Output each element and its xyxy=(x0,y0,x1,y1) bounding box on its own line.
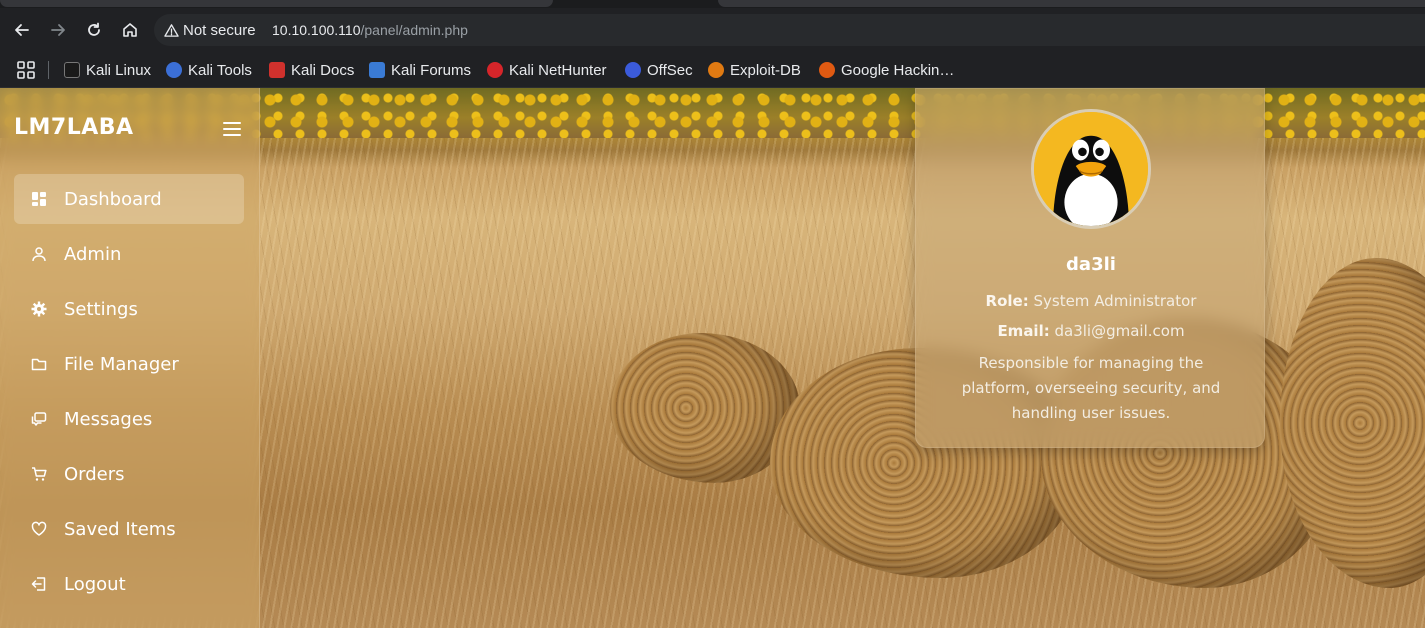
kali-forums-icon xyxy=(369,62,385,78)
sidebar-item-admin[interactable]: Admin xyxy=(14,229,244,279)
bookmark-label: Kali Linux xyxy=(86,61,152,79)
browser-toolbar: Not secure 10.10.100.110/panel/admin.php xyxy=(0,8,1425,52)
bookmark-label: Kali Tools xyxy=(188,61,252,79)
tux-penguin-icon xyxy=(1034,112,1148,226)
sidebar-item-messages[interactable]: Messages xyxy=(14,394,244,444)
tab-strip xyxy=(0,0,1425,8)
logout-icon xyxy=(30,575,48,593)
security-label: Not secure xyxy=(183,21,256,39)
profile-name: da3li xyxy=(1066,254,1116,275)
nethunter-icon xyxy=(487,62,503,78)
bookmark-label: Exploit-DB xyxy=(730,61,801,79)
home-button[interactable] xyxy=(116,16,144,44)
bookmark-label: Kali NetHunter xyxy=(509,61,607,79)
bookmark-kali-docs[interactable]: Kali Docs xyxy=(269,58,354,82)
bookmark-kali-nethunter[interactable]: Kali NetHunter xyxy=(487,58,607,82)
exploit-db-icon xyxy=(708,62,724,78)
email-label: Email: xyxy=(997,322,1050,340)
bookmarks-bar: Kali Linux Kali Tools Kali Docs Kali For… xyxy=(0,52,1425,88)
bookmark-label: Google Hackin… xyxy=(841,61,955,79)
sidebar: LM7LABA Dashboard Admin Settings File Ma… xyxy=(0,88,260,628)
home-icon xyxy=(123,23,137,37)
dashboard-icon xyxy=(30,190,48,208)
kali-tools-icon xyxy=(166,62,182,78)
bookmark-label: OffSec xyxy=(647,61,693,79)
sidebar-item-label: Messages xyxy=(64,408,153,430)
apps-button[interactable] xyxy=(16,60,36,80)
ghdb-icon xyxy=(819,62,835,78)
folder-icon xyxy=(30,355,48,373)
profile-card: da3li Role: System Administrator Email: … xyxy=(915,88,1265,448)
brand-logo[interactable]: LM7LABA xyxy=(14,115,134,140)
role-label: Role: xyxy=(985,292,1029,310)
profile-description: Responsible for managing the platform, o… xyxy=(961,354,1221,422)
reload-icon xyxy=(88,22,100,36)
sidebar-item-label: Saved Items xyxy=(64,518,176,540)
sidebar-item-label: File Manager xyxy=(64,353,179,375)
kali-dragon-icon xyxy=(64,62,80,78)
bookmark-google-hacking[interactable]: Google Hackin… xyxy=(819,58,954,82)
bookmarks-separator xyxy=(48,61,49,79)
sidebar-item-label: Logout xyxy=(64,573,126,595)
forward-button[interactable] xyxy=(44,16,72,44)
url-text[interactable]: 10.10.100.110/panel/admin.php xyxy=(272,22,468,38)
gear-icon xyxy=(30,300,48,318)
sidebar-item-settings[interactable]: Settings xyxy=(14,284,244,334)
sidebar-item-label: Dashboard xyxy=(64,188,162,210)
bookmark-kali-forums[interactable]: Kali Forums xyxy=(369,58,471,82)
browser-tab[interactable] xyxy=(0,0,553,7)
apps-grid-icon xyxy=(17,61,35,79)
sidebar-item-label: Settings xyxy=(64,298,138,320)
address-bar[interactable]: Not secure 10.10.100.110/panel/admin.php xyxy=(154,14,1425,46)
messages-icon xyxy=(30,410,48,428)
cart-icon xyxy=(30,465,48,483)
email-value: da3li@gmail.com xyxy=(1054,322,1185,340)
profile-email-row: Email: da3li@gmail.com xyxy=(916,322,1266,340)
browser-tab[interactable] xyxy=(718,0,1425,7)
reload-button[interactable] xyxy=(80,16,108,44)
avatar xyxy=(1031,109,1151,229)
role-value: System Administrator xyxy=(1033,292,1197,310)
bookmark-exploit-db[interactable]: Exploit-DB xyxy=(708,58,801,82)
sidebar-item-orders[interactable]: Orders xyxy=(14,449,244,499)
sidebar-item-label: Admin xyxy=(64,243,122,265)
bookmark-kali-linux[interactable]: Kali Linux xyxy=(64,58,151,82)
offsec-icon xyxy=(625,62,641,78)
sidebar-item-label: Orders xyxy=(64,463,125,485)
page-background: LM7LABA Dashboard Admin Settings File Ma… xyxy=(0,88,1425,628)
url-path: /panel/admin.php xyxy=(360,22,468,38)
url-host: 10.10.100.110 xyxy=(272,22,361,38)
heart-icon xyxy=(30,520,48,538)
sidebar-item-logout[interactable]: Logout xyxy=(14,559,244,609)
bookmark-offsec[interactable]: OffSec xyxy=(625,58,693,82)
sidebar-menu: Dashboard Admin Settings File Manager Me… xyxy=(14,174,244,614)
profile-role-row: Role: System Administrator xyxy=(916,292,1266,310)
menu-toggle-icon[interactable] xyxy=(223,122,241,136)
sidebar-item-file-manager[interactable]: File Manager xyxy=(14,339,244,389)
kali-docs-icon xyxy=(269,62,285,78)
sidebar-item-saved-items[interactable]: Saved Items xyxy=(14,504,244,554)
security-indicator[interactable]: Not secure xyxy=(164,21,256,39)
forward-arrow-icon xyxy=(51,24,65,36)
warning-triangle-icon xyxy=(164,23,179,37)
user-icon xyxy=(30,245,48,263)
bookmark-kali-tools[interactable]: Kali Tools xyxy=(166,58,252,82)
bookmark-label: Kali Docs xyxy=(291,61,355,79)
back-button[interactable] xyxy=(8,16,36,44)
bookmark-label: Kali Forums xyxy=(391,61,472,79)
back-arrow-icon xyxy=(15,24,29,36)
sidebar-item-dashboard[interactable]: Dashboard xyxy=(14,174,244,224)
